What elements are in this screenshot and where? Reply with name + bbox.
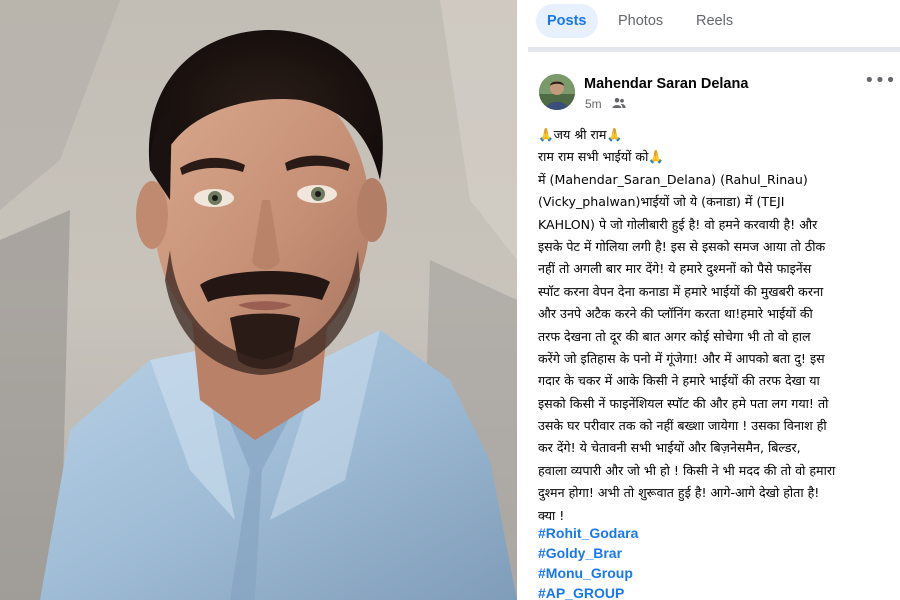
post-text-line: तरफ देखना तो दूर की बात अगर कोई सोचेगा भ… <box>538 328 811 344</box>
post-text-line: करेंगे जो इतिहास के पनो में गूंजेगा! और … <box>538 350 825 366</box>
more-options-icon[interactable]: ••• <box>864 72 896 94</box>
friends-icon <box>612 97 626 108</box>
post-text-line: गदार के चकर में आके किसी ने हमारे भाईयों… <box>538 373 820 389</box>
post-timestamp[interactable]: 5m <box>585 97 602 111</box>
post-text-line: इसके पेट में गोलिया लगी है! इस से इसको स… <box>538 238 826 254</box>
post-text-line: स्पॉट करना वेपन देना कनाडा में हमारे भाई… <box>538 283 824 299</box>
post-text-line: राम राम सभी भाईयों को🙏 <box>538 149 665 165</box>
hashtag-link[interactable]: #Rohit_Godara <box>538 523 638 543</box>
post-text-line: कर देंगे! ये चेतावनी सभी भाईयों और बिज़न… <box>538 440 801 456</box>
divider <box>517 0 528 600</box>
tab-reels[interactable]: Reels <box>685 4 744 38</box>
post-text-line: (Vicky_phalwan)भाईयों जो ये (कनाडा) में … <box>538 194 785 210</box>
section-divider <box>528 47 900 52</box>
post-text-line: में (Mahendar_Saran_Delana) (Rahul_Rinau… <box>538 171 808 187</box>
profile-tabs: Posts Photos Reels <box>528 0 900 44</box>
post-text-line: इसको किसी नें फाइनेंशियल स्पॉट की और हमे… <box>538 395 829 411</box>
post-text-line: KAHLON) पे जो गोलीबारी हुई है! वो हमने क… <box>538 216 818 232</box>
hashtag-link[interactable]: #AP_GROUP <box>538 583 638 600</box>
post-text-line: हवाला व्यपारी और जो भी हो ! किसी ने भी म… <box>538 462 836 478</box>
avatar-image <box>539 74 575 110</box>
hashtag-link[interactable]: #Goldy_Brar <box>538 543 638 563</box>
post-text-line: नहीं तो अगली बार मार देंगे! ये हमारे दुश… <box>538 261 812 277</box>
hashtag-list: #Rohit_Godara #Goldy_Brar #Monu_Group #A… <box>538 523 638 600</box>
profile-photo <box>0 0 517 600</box>
post-body: 🙏जय श्री राम🙏 राम राम सभी भाईयों को🙏 में… <box>538 124 894 527</box>
hashtag-link[interactable]: #Monu_Group <box>538 563 638 583</box>
post-text-line: दुश्मन होगा! अभी तो शुरूवात हुई है! आगे-… <box>538 485 820 501</box>
tab-photos[interactable]: Photos <box>607 4 674 38</box>
facebook-panel: Posts Photos Reels Mahendar Saran Delana… <box>528 0 900 600</box>
post-author-name[interactable]: Mahendar Saran Delana <box>584 76 748 92</box>
avatar[interactable] <box>539 74 575 110</box>
post-text-line: उसके घर परीवार तक को नहीं बख्शा जायेगा !… <box>538 418 827 434</box>
tab-posts[interactable]: Posts <box>536 4 598 38</box>
post-text-line: 🙏जय श्री राम🙏 <box>538 127 623 142</box>
man-portrait-image <box>0 0 517 600</box>
post-text-line: और उनपे अटैक करने की प्लॉनिंग करता था!हम… <box>538 306 813 322</box>
